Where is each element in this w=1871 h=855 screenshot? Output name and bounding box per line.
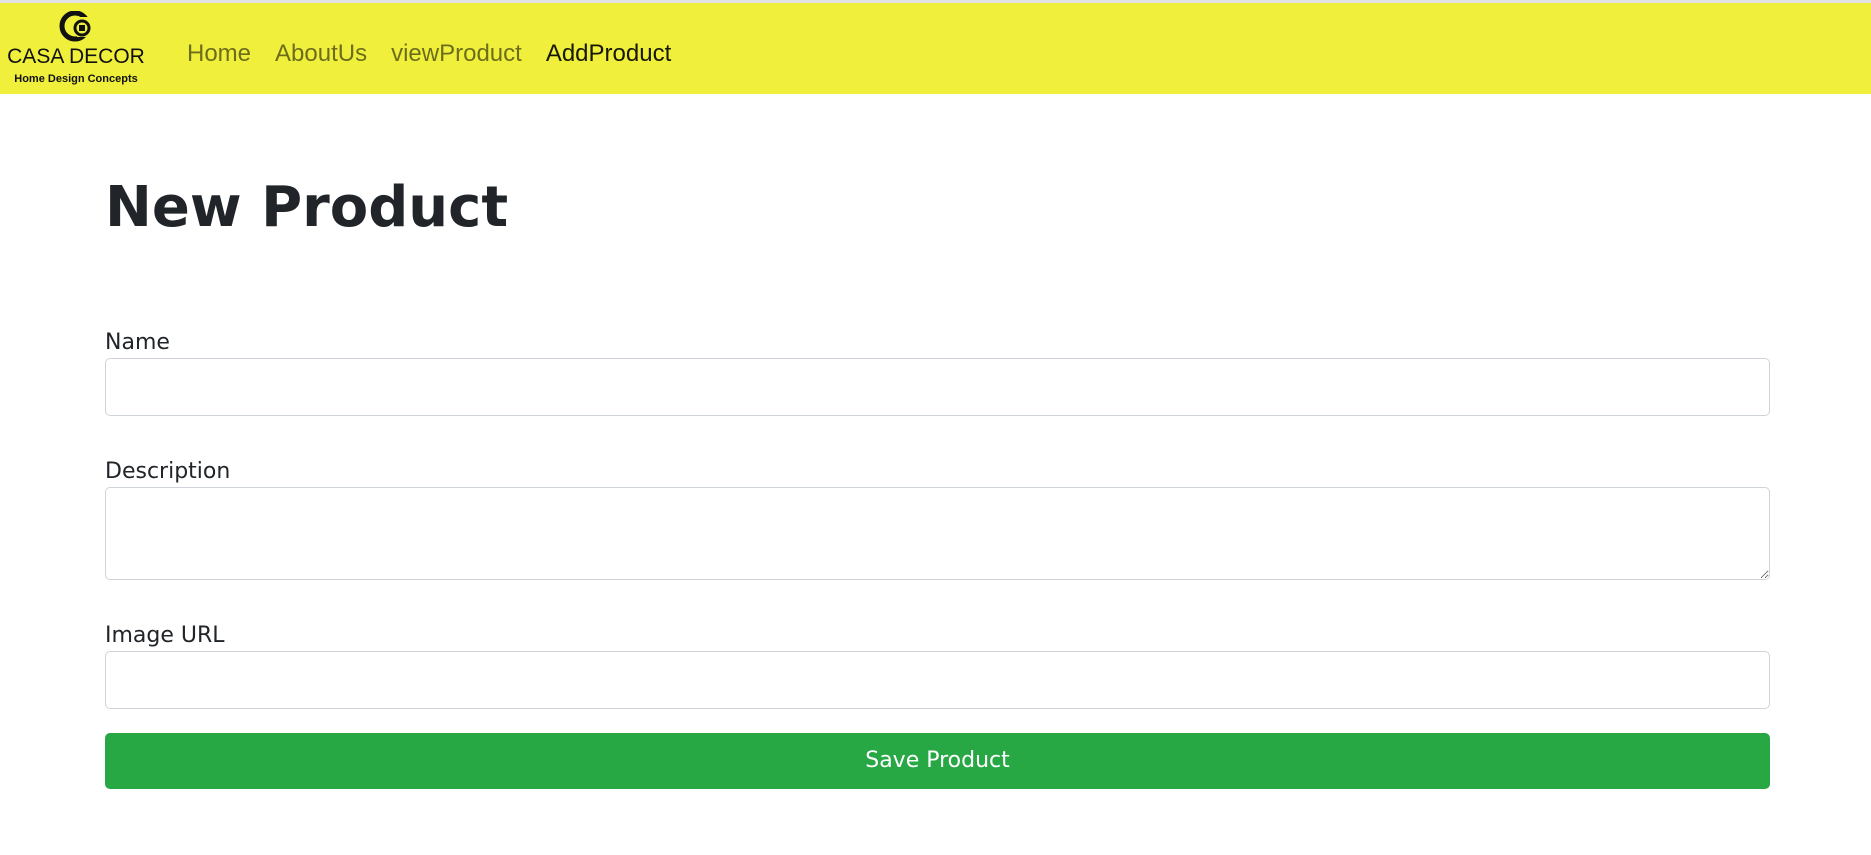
description-label: Description	[105, 459, 231, 484]
page-title: New Product	[105, 175, 509, 240]
description-textarea[interactable]	[105, 487, 1770, 580]
brand-subtitle: Home Design Concepts	[14, 73, 138, 85]
nav-link-addproduct[interactable]: AddProduct	[546, 37, 695, 71]
nav-links: Home AboutUs viewProduct AddProduct	[187, 37, 695, 71]
name-label: Name	[105, 330, 170, 355]
nav-link-aboutus[interactable]: AboutUs	[275, 37, 391, 71]
navbar: CASA DECOR Home Design Concepts Home Abo…	[0, 3, 1871, 94]
save-product-button[interactable]: Save Product	[105, 733, 1770, 789]
nav-link-viewproduct[interactable]: viewProduct	[391, 37, 546, 71]
name-input[interactable]	[105, 358, 1770, 416]
nav-link-home[interactable]: Home	[187, 37, 275, 71]
brand-title: CASA DECOR	[7, 45, 145, 68]
image-url-label: Image URL	[105, 623, 225, 648]
casa-decor-logo-icon	[59, 11, 98, 42]
brand-logo[interactable]: CASA DECOR Home Design Concepts	[6, 9, 146, 89]
image-url-input[interactable]	[105, 651, 1770, 709]
